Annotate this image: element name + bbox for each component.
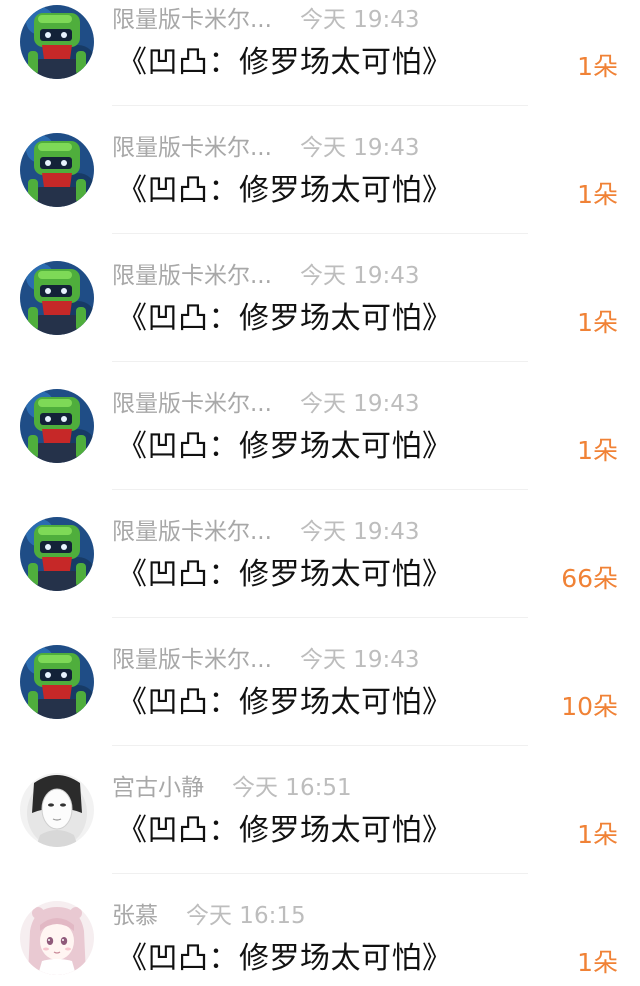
timestamp: 今天 19:43: [299, 263, 420, 289]
list-item[interactable]: 限量版卡米尔... 今天 19:43 《凹凸：修罗场太可怕》 10朵: [0, 640, 640, 768]
robot-green-avatar-icon[interactable]: [20, 133, 94, 207]
divider: [112, 873, 528, 874]
robot-green-avatar-icon[interactable]: [20, 517, 94, 591]
sender-name[interactable]: 限量版卡米尔...: [112, 647, 272, 673]
divider: [112, 745, 528, 746]
flower-count: 1朵: [577, 436, 618, 465]
robot-green-avatar-icon[interactable]: [20, 261, 94, 335]
timestamp: 今天 19:43: [299, 391, 420, 417]
sender-meta: 限量版卡米尔... 今天 19:43: [112, 516, 420, 548]
sender-name[interactable]: 限量版卡米尔...: [112, 7, 272, 33]
list-item[interactable]: 限量版卡米尔... 今天 19:43 《凹凸：修罗场太可怕》 1朵: [0, 128, 640, 256]
flower-count: 1朵: [577, 180, 618, 209]
gift-title: 《凹凸：修罗场太可怕》: [117, 685, 453, 720]
list-item[interactable]: 限量版卡米尔... 今天 19:43 《凹凸：修罗场太可怕》 1朵: [0, 384, 640, 512]
timestamp: 今天 19:43: [299, 519, 420, 545]
timestamp: 今天 19:43: [299, 135, 420, 161]
sender-meta: 限量版卡米尔... 今天 19:43: [112, 388, 420, 420]
divider: [112, 233, 528, 234]
gift-title: 《凹凸：修罗场太可怕》: [117, 557, 453, 592]
gift-title: 《凹凸：修罗场太可怕》: [117, 941, 453, 976]
list-item[interactable]: 宫古小静 今天 16:51 《凹凸：修罗场太可怕》 1朵: [0, 768, 640, 896]
sender-meta: 限量版卡米尔... 今天 19:43: [112, 132, 420, 164]
timestamp: 今天 16:15: [186, 903, 306, 929]
divider: [112, 489, 528, 490]
timestamp: 今天 19:43: [299, 647, 420, 673]
sender-meta: 限量版卡米尔... 今天 19:43: [112, 4, 420, 36]
list-item[interactable]: 限量版卡米尔... 今天 19:43 《凹凸：修罗场太可怕》 66朵: [0, 512, 640, 640]
white-mask-avatar-icon[interactable]: [20, 773, 94, 847]
robot-green-avatar-icon[interactable]: [20, 5, 94, 79]
list-item[interactable]: 张慕 今天 16:15 《凹凸：修罗场太可怕》 1朵: [0, 896, 640, 986]
divider: [112, 361, 528, 362]
sender-meta: 限量版卡米尔... 今天 19:43: [112, 260, 420, 292]
gift-title: 《凹凸：修罗场太可怕》: [117, 813, 453, 848]
divider: [112, 617, 528, 618]
list-item[interactable]: 限量版卡米尔... 今天 19:43 《凹凸：修罗场太可怕》 1朵: [0, 256, 640, 384]
sender-meta: 宫古小静 今天 16:51: [112, 772, 352, 804]
gift-title: 《凹凸：修罗场太可怕》: [117, 301, 453, 336]
robot-green-avatar-icon[interactable]: [20, 389, 94, 463]
timestamp: 今天 19:43: [299, 7, 420, 33]
flower-count: 10朵: [561, 692, 618, 721]
anime-girl-avatar-icon[interactable]: [20, 901, 94, 975]
flower-count: 66朵: [561, 564, 618, 593]
robot-green-avatar-icon[interactable]: [20, 645, 94, 719]
flower-count: 1朵: [577, 820, 618, 849]
gift-title: 《凹凸：修罗场太可怕》: [117, 45, 453, 80]
sender-name[interactable]: 宫古小静: [112, 775, 204, 801]
flower-count: 1朵: [577, 948, 618, 977]
sender-meta: 张慕 今天 16:15: [112, 900, 306, 932]
divider: [112, 105, 528, 106]
sender-name[interactable]: 限量版卡米尔...: [112, 519, 272, 545]
gift-title: 《凹凸：修罗场太可怕》: [117, 429, 453, 464]
sender-name[interactable]: 限量版卡米尔...: [112, 135, 272, 161]
sender-name[interactable]: 张慕: [112, 903, 158, 929]
flower-count: 1朵: [577, 52, 618, 81]
timestamp: 今天 16:51: [232, 775, 352, 801]
sender-meta: 限量版卡米尔... 今天 19:43: [112, 644, 420, 676]
sender-name[interactable]: 限量版卡米尔...: [112, 391, 272, 417]
gift-title: 《凹凸：修罗场太可怕》: [117, 173, 453, 208]
flower-count: 1朵: [577, 308, 618, 337]
list-item[interactable]: 限量版卡米尔... 今天 19:43 《凹凸：修罗场太可怕》 1朵: [0, 0, 640, 128]
sender-name[interactable]: 限量版卡米尔...: [112, 263, 272, 289]
